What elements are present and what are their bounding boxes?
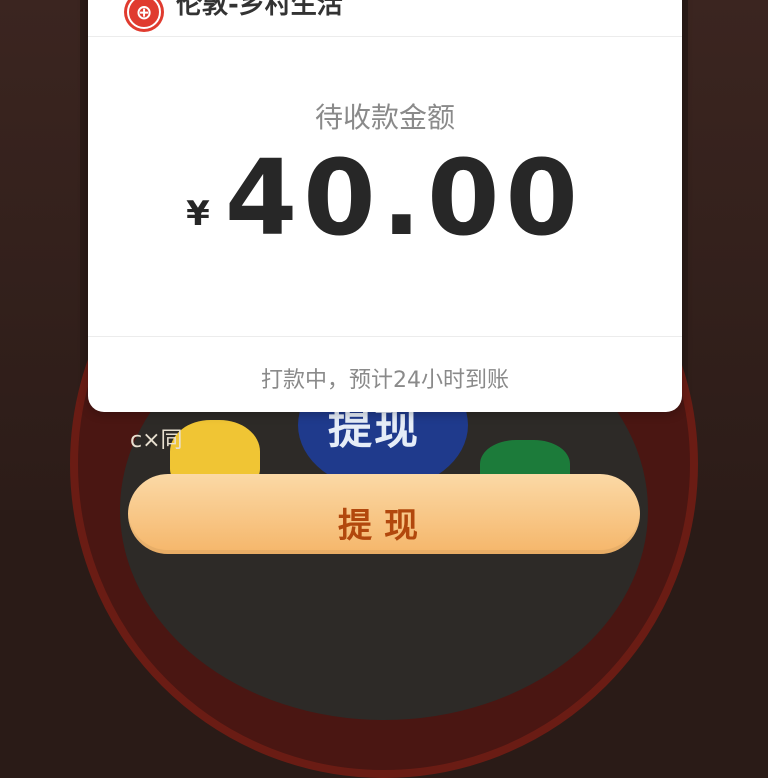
background-right-panel <box>688 0 768 510</box>
card-divider <box>88 336 682 337</box>
card-header: ⊕ 伦敦-乡村生活 <box>88 0 682 37</box>
doodle-decoration: c×同 <box>130 428 183 453</box>
currency-symbol: ¥ <box>186 194 210 234</box>
pending-amount-label: 待收款金额 <box>314 101 455 134</box>
amount-value: 40.00 <box>224 137 584 259</box>
payment-status-card: ⊕ 伦敦-乡村生活 待收款金额 ¥ 40.00 打款中，预计24小时到账 <box>88 0 682 412</box>
bank-logo-icon: ⊕ <box>124 0 164 32</box>
amount-row: ¥ 40.00 <box>88 146 682 256</box>
card-header-text: 伦敦-乡村生活 <box>176 0 343 20</box>
withdraw-button[interactable]: 提现 <box>128 474 640 554</box>
withdraw-button-label: 提现 <box>338 506 430 546</box>
payment-status-text: 打款中，预计24小时到账 <box>261 368 509 393</box>
logo-glyph: ⊕ <box>135 0 153 24</box>
background-left-panel <box>0 0 80 510</box>
